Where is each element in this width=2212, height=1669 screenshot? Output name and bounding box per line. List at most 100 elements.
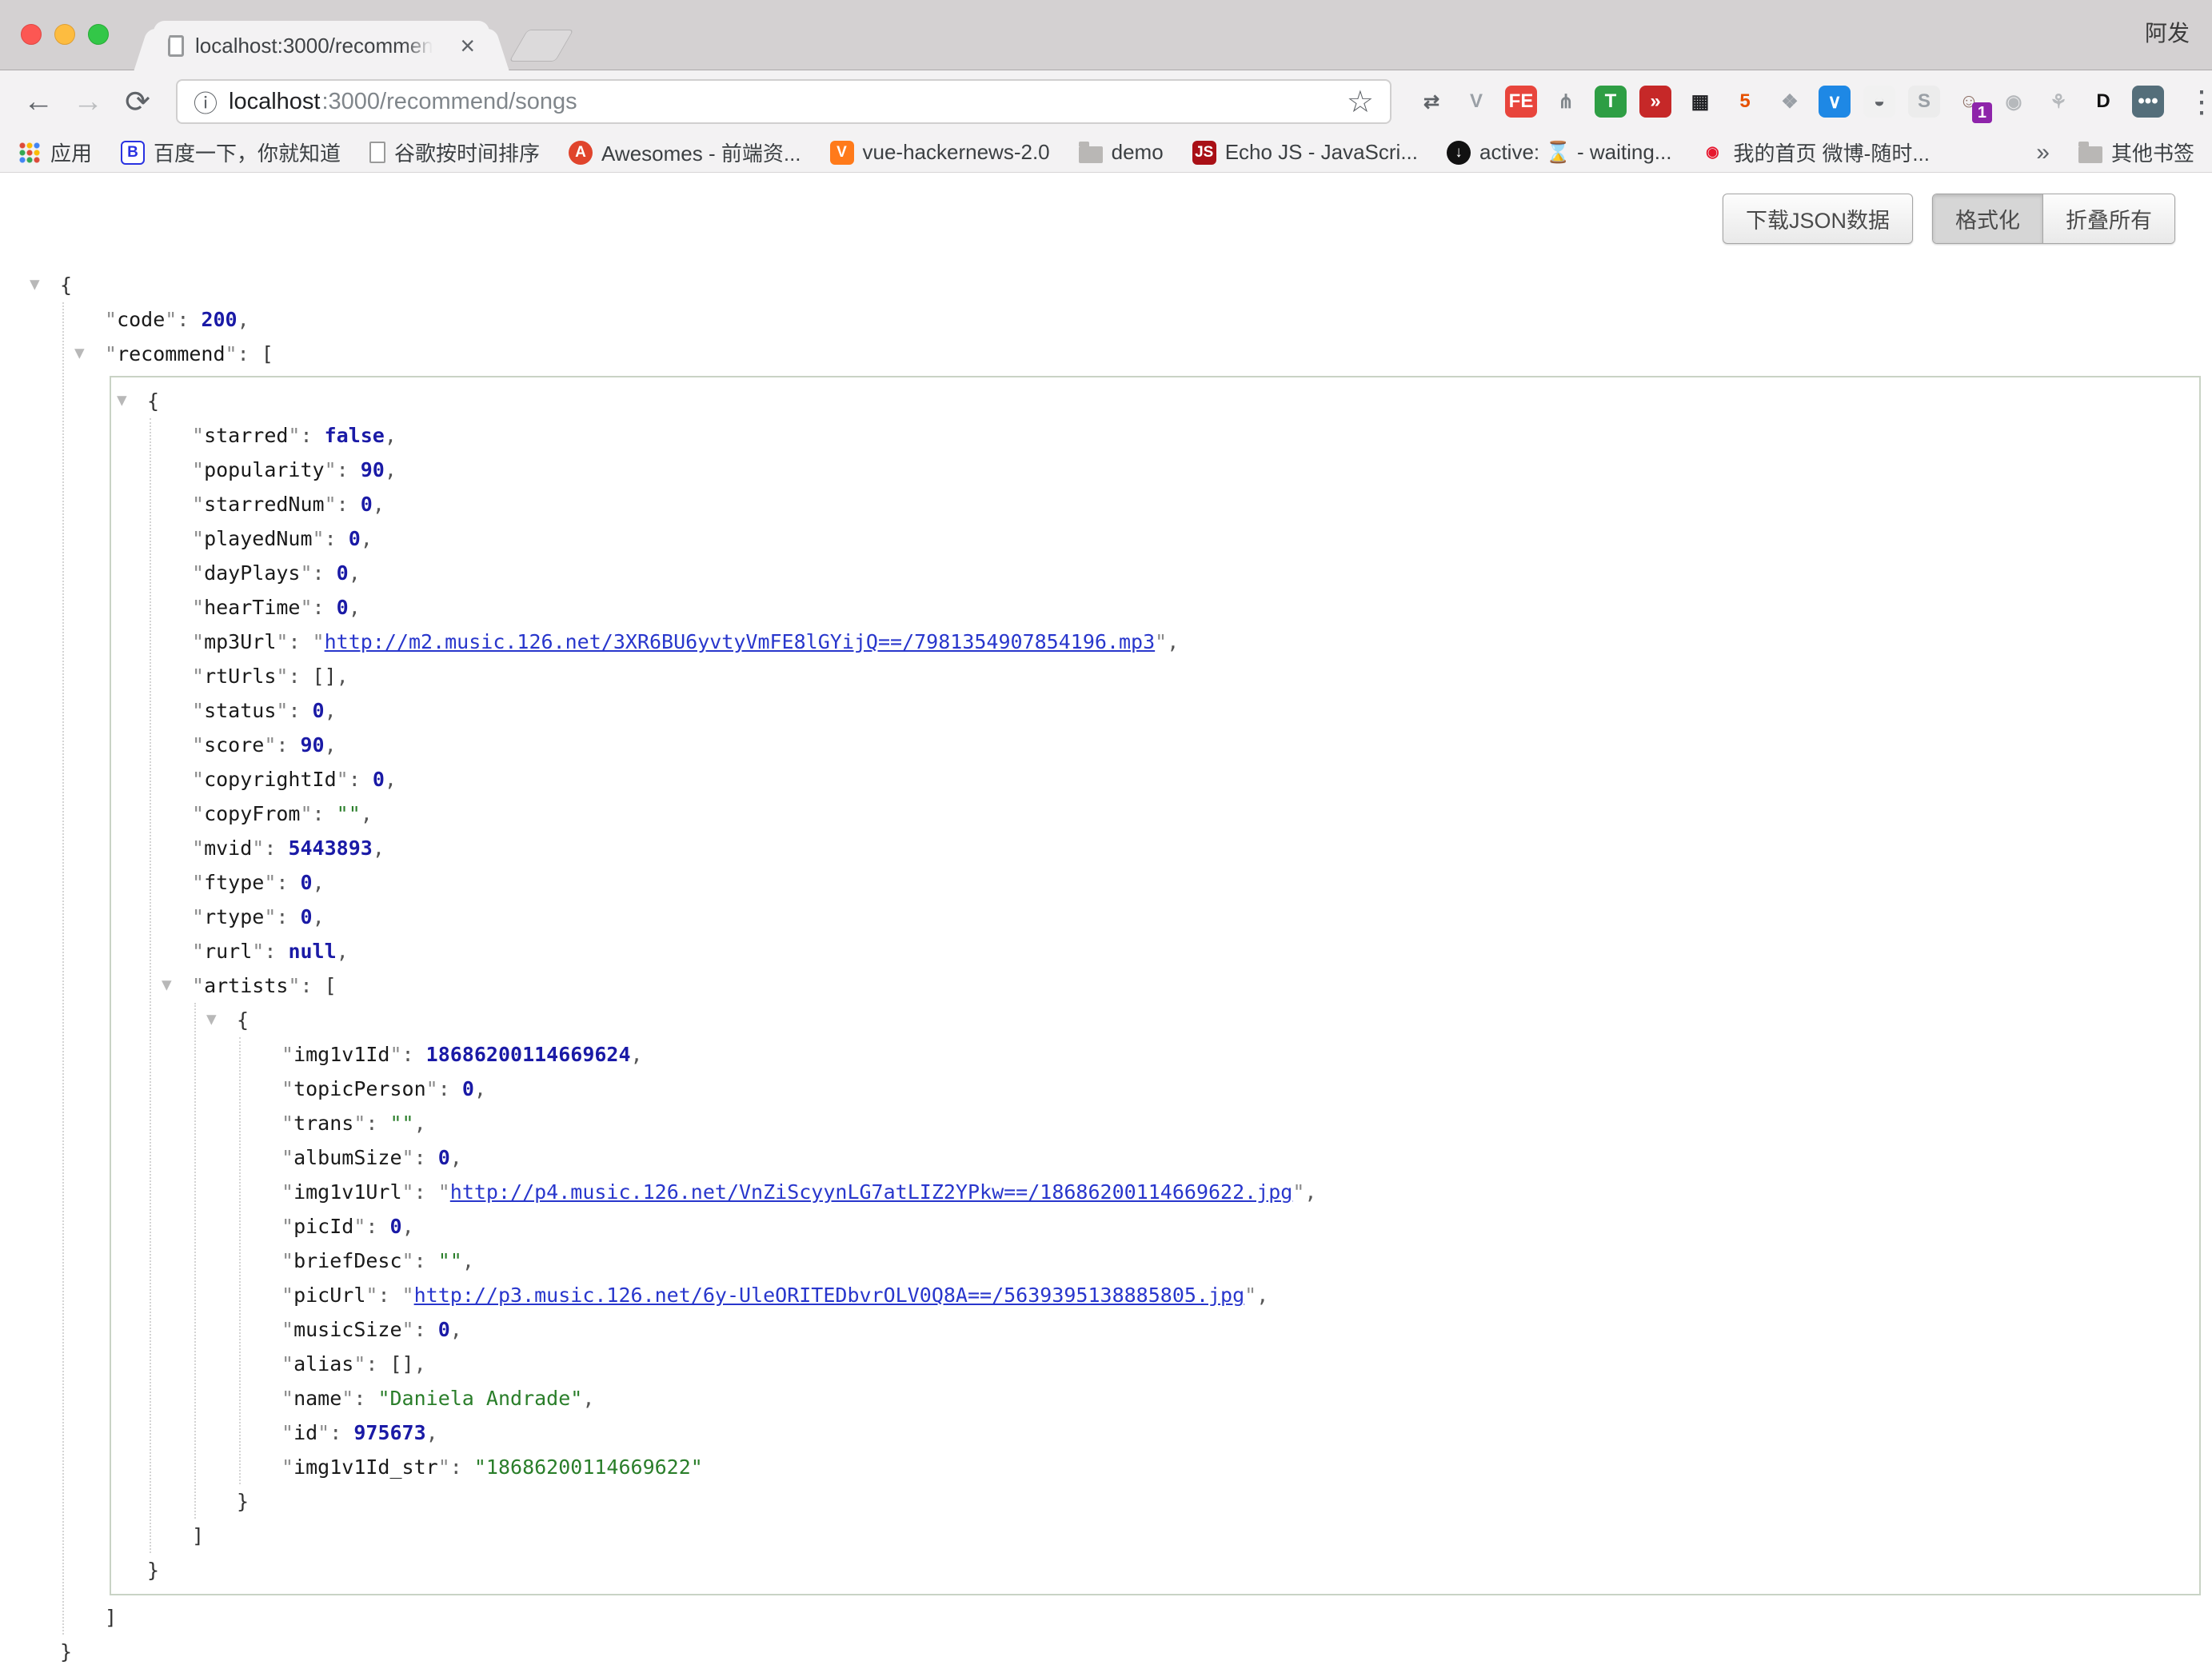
collapse-triangle-icon[interactable]: ▼ xyxy=(162,968,172,1002)
bookmark-baidu[interactable]: B百度一下，你就知道 xyxy=(121,138,341,167)
format-button[interactable]: 格式化 xyxy=(1933,194,2042,243)
json-row: "starredNum": 0, xyxy=(192,487,2199,521)
json-value: 0 xyxy=(373,768,385,791)
page-favicon-icon xyxy=(168,35,184,57)
json-value: 0 xyxy=(390,1215,402,1238)
bookmark-awesomes-icon: A xyxy=(569,141,593,165)
weibo-gray-extension-icon[interactable]: ◉ xyxy=(1998,86,2030,118)
maximize-window-button[interactable] xyxy=(88,24,109,45)
bookmark-active[interactable]: ↓active: ⌛ - waiting... xyxy=(1447,140,1671,165)
collapse-triangle-icon[interactable]: ▼ xyxy=(74,336,85,370)
bookmarks-overflow-chevron[interactable]: » xyxy=(2036,139,2050,166)
json-value: 200 xyxy=(201,308,237,331)
bookmark-awesomes[interactable]: AAwesomes - 前端资... xyxy=(569,138,801,167)
json-row: "mp3Url": "http://m2.music.126.net/3XR6B… xyxy=(192,625,2199,659)
vue-devtools-extension-icon[interactable]: V xyxy=(1460,86,1492,118)
sitemap-extension-icon[interactable]: ⋔ xyxy=(1550,86,1582,118)
browser-toolbar: ← → ⟳ ⓘ localhost :3000/recommend/songs … xyxy=(0,70,2212,133)
new-tab-button[interactable] xyxy=(509,30,573,62)
back-button[interactable]: ← xyxy=(19,85,58,119)
translate-extension-icon[interactable]: ⇄ xyxy=(1415,86,1447,118)
monkey-extension-icon[interactable]: ☺1 xyxy=(1953,86,1985,118)
qrcode-extension-icon[interactable]: ▦ xyxy=(1684,86,1716,118)
tab-close-button[interactable]: × xyxy=(460,33,475,58)
json-row: "ftype": 0, xyxy=(192,865,2199,900)
address-bar[interactable]: ⓘ localhost :3000/recommend/songs ☆ xyxy=(176,79,1391,124)
json-url-link[interactable]: http://p3.music.126.net/6y-UleORITEDbvrO… xyxy=(414,1284,1245,1307)
reload-button[interactable]: ⟳ xyxy=(118,84,157,120)
bookmark-echojs[interactable]: JSEcho JS - JavaScri... xyxy=(1192,140,1418,165)
html5-player-extension-icon[interactable]: 5 xyxy=(1729,86,1761,118)
paw-extension-icon[interactable]: ❖ xyxy=(1774,86,1806,118)
json-key: name xyxy=(293,1387,341,1410)
chrome-menu-icon[interactable]: ⋮ xyxy=(2186,84,2212,120)
bookmark-google-time-sort[interactable]: 谷歌按时间排序 xyxy=(369,138,540,167)
video-speed-extension-icon[interactable]: » xyxy=(1639,86,1671,118)
extensions-row: ⇄ V FE ⋔ T » ▦ 5 ❖ ∨ ◒ S ☺1 ◉ ⚘ D ••• xyxy=(1415,86,2164,118)
bookmark-apps[interactable]: 应用 xyxy=(18,138,92,167)
incognito-extension-icon[interactable]: ◒ xyxy=(1863,86,1895,118)
other-bookmarks-folder[interactable]: 其他书签 xyxy=(2078,138,2194,167)
json-value: 0 xyxy=(313,699,325,722)
json-url-link[interactable]: http://p4.music.126.net/VnZiScyynLG7atLI… xyxy=(450,1180,1293,1204)
json-key: mvid xyxy=(204,836,252,860)
json-row: "starred": false, xyxy=(192,418,2199,453)
json-value: "18686200114669622" xyxy=(474,1455,703,1479)
lastpass-extension-icon[interactable]: ••• xyxy=(2132,86,2164,118)
json-url-link[interactable]: http://m2.music.126.net/3XR6BU6yvtyVmFE8… xyxy=(325,630,1156,653)
json-row: ] xyxy=(105,1600,2212,1635)
dark-reader-extension-icon[interactable]: D xyxy=(2087,86,2119,118)
json-row: "briefDesc": "", xyxy=(281,1244,2199,1278)
json-value: 5443893 xyxy=(288,836,372,860)
json-value: [] xyxy=(390,1352,414,1376)
url-host: localhost xyxy=(229,89,320,115)
bookmark-vue-hackernews-label: vue-hackernews-2.0 xyxy=(863,140,1050,165)
bookmark-demo-folder-icon xyxy=(1079,146,1103,163)
bookmark-demo-folder-label: demo xyxy=(1112,140,1164,165)
bird-extension-icon[interactable]: ⚘ xyxy=(2042,86,2074,118)
children-group: "code": 200,▼"recommend": [▼{"starred": … xyxy=(62,302,2212,1635)
page-info-icon[interactable]: ⓘ xyxy=(194,84,218,119)
fe-extension-icon[interactable]: FE xyxy=(1505,86,1537,118)
profile-name[interactable]: 阿发 xyxy=(2145,16,2190,48)
shield-t-extension-icon[interactable]: T xyxy=(1595,86,1627,118)
s-letter-extension-icon[interactable]: S xyxy=(1908,86,1940,118)
bookmarks-bar: 应用 B百度一下，你就知道谷歌按时间排序 AAwesomes - 前端资... Vvu… xyxy=(0,133,2212,173)
json-row: "dayPlays": 0, xyxy=(192,556,2199,590)
json-key: img1v1Url xyxy=(293,1180,401,1204)
json-row: "score": 90, xyxy=(192,728,2199,762)
bookmark-active-icon: ↓ xyxy=(1447,141,1471,165)
download-chevrons-extension-icon[interactable]: ∨ xyxy=(1819,86,1851,118)
bookmark-demo-folder[interactable]: demo xyxy=(1079,140,1164,165)
download-json-button[interactable]: 下载JSON数据 xyxy=(1723,194,1913,244)
json-key: playedNum xyxy=(204,527,312,550)
json-row: "name": "Daniela Andrade", xyxy=(281,1381,2199,1415)
forward-button: → xyxy=(69,85,107,119)
json-row: "popularity": 90, xyxy=(192,453,2199,487)
json-value: 0 xyxy=(438,1146,450,1169)
collapse-all-button[interactable]: 折叠所有 xyxy=(2042,194,2174,243)
json-row: "rtype": 0, xyxy=(192,900,2199,934)
minimize-window-button[interactable] xyxy=(54,24,75,45)
bookmark-weibo-home[interactable]: ◉我的首页 微博-随时... xyxy=(1700,138,1930,167)
bookmark-weibo-home-label: 我的首页 微博-随时... xyxy=(1733,138,1930,167)
json-tree: ▼{"code": 200,▼"recommend": [▼{"starred"… xyxy=(60,268,2212,1669)
bookmark-vue-hackernews-icon: V xyxy=(830,141,854,165)
browser-tab[interactable]: localhost:3000/recommend/so × xyxy=(154,21,489,70)
json-key: score xyxy=(204,733,264,757)
collapse-triangle-icon[interactable]: ▼ xyxy=(117,383,127,417)
json-row: ▼"recommend": [ xyxy=(105,337,2212,371)
collapse-triangle-icon[interactable]: ▼ xyxy=(30,267,40,301)
children-group: "starred": false,"popularity": 90,"starr… xyxy=(150,418,2199,1553)
children-group: ▼{"img1v1Id": 18686200114669624,"topicPe… xyxy=(194,1003,2199,1519)
json-row: "musicSize": 0, xyxy=(281,1312,2199,1347)
bookmark-star-icon[interactable]: ☆ xyxy=(1347,84,1374,120)
bookmark-baidu-label: 百度一下，你就知道 xyxy=(154,138,341,167)
collapse-triangle-icon[interactable]: ▼ xyxy=(206,1002,217,1036)
json-row: "status": 0, xyxy=(192,693,2199,728)
close-window-button[interactable] xyxy=(21,24,42,45)
bookmark-vue-hackernews[interactable]: Vvue-hackernews-2.0 xyxy=(830,140,1050,165)
window-titlebar: localhost:3000/recommend/so × 阿发 xyxy=(0,0,2212,70)
json-value: "" xyxy=(438,1249,462,1272)
json-row: "img1v1Url": "http://p4.music.126.net/Vn… xyxy=(281,1175,2199,1209)
